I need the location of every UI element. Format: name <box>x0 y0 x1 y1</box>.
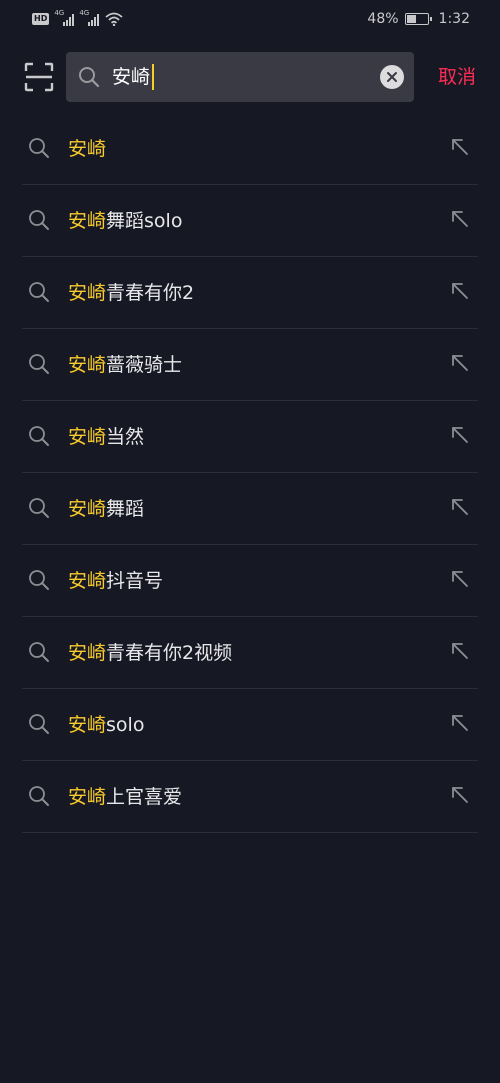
suggestion-rest: 舞蹈 <box>106 498 145 520</box>
battery-icon <box>404 13 432 25</box>
suggestion-text: 安崎当然 <box>68 423 144 451</box>
suggestion-rest: 蔷薇骑士 <box>106 354 183 376</box>
suggestion-item[interactable]: 安崎当然 <box>22 401 478 473</box>
suggestion-rest: 抖音号 <box>106 570 164 592</box>
search-icon <box>29 714 49 734</box>
suggestion-text: 安崎 <box>68 135 106 163</box>
fill-arrow-icon[interactable] <box>450 425 470 445</box>
suggestion-highlight: 安崎 <box>68 426 107 448</box>
status-left: HD 4G 4G <box>32 9 123 26</box>
fill-arrow-icon[interactable] <box>450 137 470 157</box>
clear-button[interactable] <box>380 65 404 89</box>
battery-percent: 48% <box>367 11 399 27</box>
suggestion-item[interactable]: 安崎舞蹈 <box>22 473 478 545</box>
suggestion-item[interactable]: 安崎抖音号 <box>22 545 478 617</box>
close-icon <box>387 72 397 82</box>
fill-arrow-icon[interactable] <box>450 353 470 373</box>
search-icon <box>29 570 49 590</box>
fill-arrow-icon[interactable] <box>450 785 470 805</box>
suggestion-highlight: 安崎 <box>68 138 107 160</box>
cancel-button[interactable]: 取消 <box>438 64 476 90</box>
suggestion-item[interactable]: 安崎青春有你2 <box>22 257 478 329</box>
search-icon <box>29 426 49 446</box>
wifi-icon <box>105 12 123 26</box>
suggestion-item[interactable]: 安崎 <box>22 113 478 185</box>
scan-icon[interactable] <box>24 62 54 92</box>
suggestion-highlight: 安崎 <box>68 354 107 376</box>
text-caret <box>152 64 155 90</box>
suggestion-rest: 舞蹈solo <box>106 210 183 232</box>
fill-arrow-icon[interactable] <box>450 569 470 589</box>
clock: 1:32 <box>438 11 470 27</box>
search-icon <box>29 354 49 374</box>
suggestion-highlight: 安崎 <box>68 714 107 736</box>
fill-arrow-icon[interactable] <box>450 209 470 229</box>
suggestion-rest: solo <box>106 714 145 736</box>
suggestion-item[interactable]: 安崎蔷薇骑士 <box>22 329 478 401</box>
suggestion-text: 安崎青春有你2 <box>68 279 194 307</box>
suggestion-rest: 青春有你2视频 <box>106 642 233 664</box>
suggestion-text: 安崎上官喜爱 <box>68 783 182 811</box>
suggestion-highlight: 安崎 <box>68 498 107 520</box>
suggestion-highlight: 安崎 <box>68 642 107 664</box>
suggestion-item[interactable]: 安崎青春有你2视频 <box>22 617 478 689</box>
suggestion-text: 安崎舞蹈 <box>68 495 144 523</box>
status-bar: HD 4G 4G 48% 1:32 <box>0 0 500 40</box>
suggestion-item[interactable]: 安崎solo <box>22 689 478 761</box>
suggestion-rest: 青春有你2 <box>106 282 195 304</box>
search-header: 安崎 取消 <box>0 52 500 102</box>
suggestion-highlight: 安崎 <box>68 210 107 232</box>
suggestion-rest: 上官喜爱 <box>106 786 183 808</box>
cell-signal-icon-2: 4G <box>79 9 100 26</box>
fill-arrow-icon[interactable] <box>450 497 470 517</box>
search-icon <box>29 498 49 518</box>
suggestion-text: 安崎青春有你2视频 <box>68 639 232 667</box>
suggestion-list: 安崎 安崎舞蹈solo 安崎青春有你2 安崎蔷薇骑士 安崎当然 安崎舞蹈 安崎抖音号 安崎青春… <box>22 113 478 833</box>
suggestion-rest: 当然 <box>106 426 145 448</box>
search-query-text: 安崎 <box>112 66 151 88</box>
search-icon <box>29 210 49 230</box>
search-icon <box>29 138 49 158</box>
search-icon <box>29 786 49 806</box>
fill-arrow-icon[interactable] <box>450 281 470 301</box>
suggestion-highlight: 安崎 <box>68 282 107 304</box>
search-icon <box>29 282 49 302</box>
suggestion-item[interactable]: 安崎上官喜爱 <box>22 761 478 833</box>
suggestion-text: 安崎舞蹈solo <box>68 207 182 235</box>
suggestion-highlight: 安崎 <box>68 570 107 592</box>
suggestion-text: 安崎solo <box>68 711 144 739</box>
search-query[interactable]: 安崎 <box>112 64 155 90</box>
suggestion-item[interactable]: 安崎舞蹈solo <box>22 185 478 257</box>
cell-signal-icon: 4G <box>54 9 75 26</box>
suggestion-highlight: 安崎 <box>68 786 107 808</box>
fill-arrow-icon[interactable] <box>450 713 470 733</box>
search-input[interactable]: 安崎 <box>66 52 414 102</box>
search-icon <box>29 642 49 662</box>
search-icon <box>79 67 100 88</box>
fill-arrow-icon[interactable] <box>450 641 470 661</box>
suggestion-text: 安崎抖音号 <box>68 567 163 595</box>
status-right: 48% 1:32 <box>367 11 470 27</box>
hd-badge: HD <box>32 13 50 25</box>
suggestion-text: 安崎蔷薇骑士 <box>68 351 182 379</box>
